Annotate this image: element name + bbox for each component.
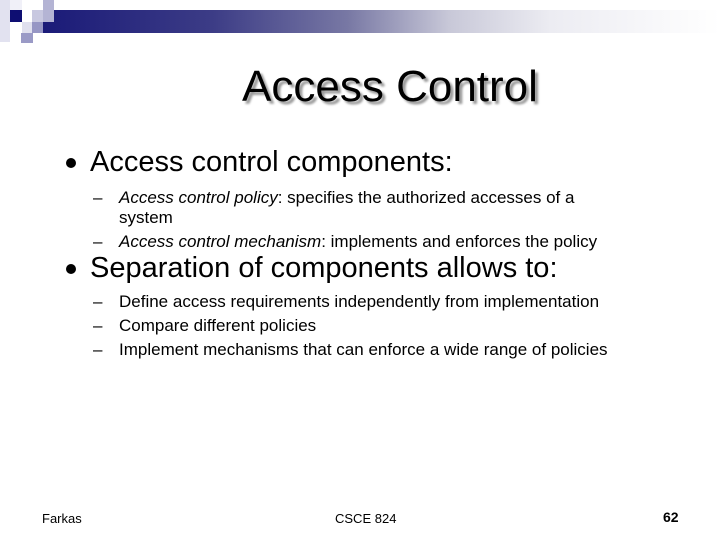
bullet-item: Access control components: bbox=[66, 146, 453, 179]
sub-text: : implements and enforces the policy bbox=[321, 232, 598, 251]
dash-icon: – bbox=[93, 340, 103, 359]
deco-square bbox=[21, 33, 33, 43]
deco-square bbox=[22, 22, 32, 33]
bullet-item: Separation of components allows to: bbox=[66, 252, 558, 285]
sub-item: – Define access requirements independent… bbox=[93, 292, 599, 312]
bullet-text: Separation of components allows to: bbox=[90, 252, 558, 284]
footer-author: Farkas bbox=[42, 511, 82, 526]
dash-icon: – bbox=[93, 316, 103, 335]
bullet-icon bbox=[66, 263, 76, 274]
deco-square bbox=[10, 0, 22, 10]
sub-item: – Access control mechanism: implements a… bbox=[93, 232, 597, 252]
sub-text-cont: system bbox=[119, 208, 173, 227]
footer-course: CSCE 824 bbox=[335, 511, 397, 526]
sub-item: – Compare different policies bbox=[93, 316, 316, 336]
deco-square bbox=[10, 10, 22, 22]
sub-item: – Implement mechanisms that can enforce … bbox=[93, 340, 608, 360]
slide-title: Access Control bbox=[242, 62, 538, 111]
deco-square bbox=[0, 0, 10, 42]
sub-item: – Access control policy: specifies the a… bbox=[93, 188, 574, 228]
header-gradient-bar bbox=[43, 10, 720, 33]
page-number: 62 bbox=[663, 509, 679, 525]
dash-icon: – bbox=[93, 232, 103, 251]
bullet-icon bbox=[66, 157, 76, 168]
dash-icon: – bbox=[93, 292, 103, 311]
sub-text: Compare different policies bbox=[119, 316, 317, 335]
deco-square bbox=[43, 0, 54, 22]
term: Access control policy bbox=[119, 188, 278, 207]
sub-text: Implement mechanisms that can enforce a … bbox=[119, 340, 608, 359]
bullet-text: Access control components: bbox=[90, 146, 453, 178]
term: Access control mechanism bbox=[119, 232, 322, 251]
dash-icon: – bbox=[93, 188, 103, 207]
deco-square bbox=[32, 22, 43, 33]
sub-text: Define access requirements independently… bbox=[119, 292, 600, 311]
sub-text: : specifies the authorized accesses of a bbox=[277, 188, 575, 207]
deco-square bbox=[32, 10, 43, 22]
